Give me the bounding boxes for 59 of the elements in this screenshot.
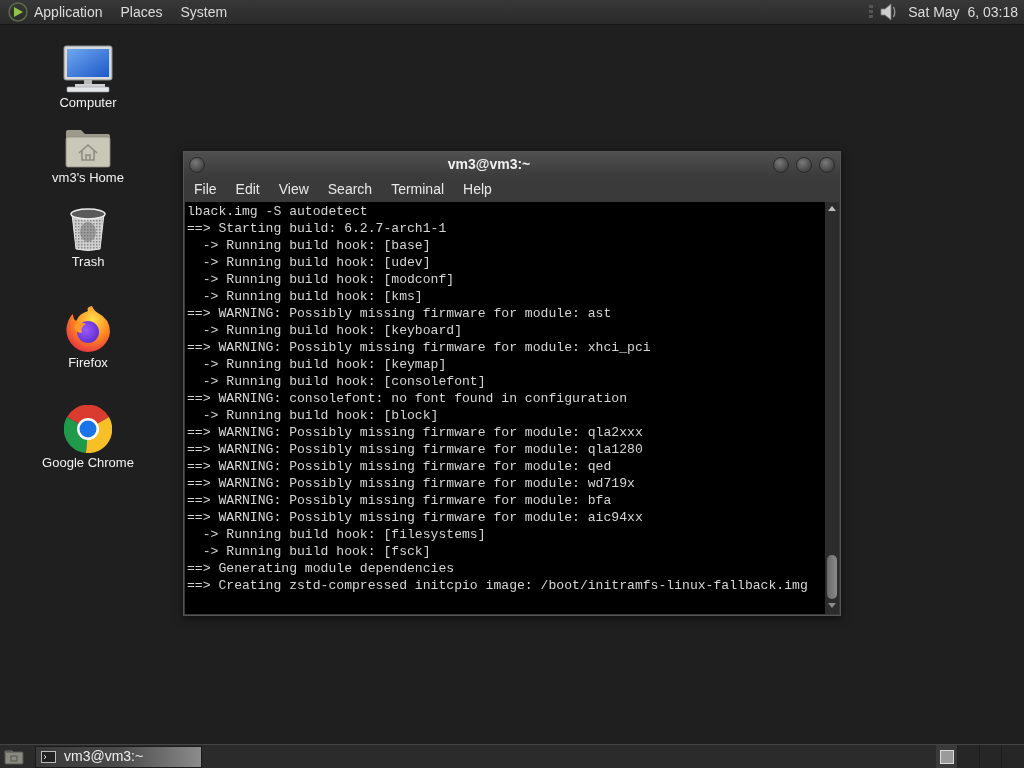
terminal-line: ==> WARNING: consolefont: no font found in configuration — [187, 390, 629, 407]
terminal-line: -> Running build hook: [udev] — [201, 254, 432, 271]
menu-logo-icon[interactable] — [8, 2, 28, 22]
terminal-line: -> Running build hook: [base] — [201, 237, 432, 254]
home-folder-icon — [65, 128, 111, 168]
maximize-button[interactable] — [796, 156, 812, 173]
menu-item[interactable]: Terminal — [386, 179, 450, 200]
terminal-line: lback.img -S autodetect — [187, 203, 369, 220]
terminal-line: ==> WARNING: Possibly missing firmware for module: qed — [187, 458, 613, 475]
fox-globe-icon — [64, 305, 112, 353]
terminal-line: ==> WARNING: Possibly missing firmware for module: bfa — [187, 492, 613, 509]
window-menu-button[interactable] — [189, 156, 205, 173]
terminal-line: ==> WARNING: Possibly missing firmware for module: aic94xx — [187, 509, 644, 526]
terminal-line: ==> WARNING: Possibly missing firmware for module: xhci_pci — [187, 339, 652, 356]
clock[interactable]: Sat May 6, 03:18 — [908, 1, 1018, 23]
scrollbar-thumb[interactable] — [827, 555, 837, 599]
scroll-down-arrow-icon[interactable] — [828, 603, 836, 608]
monitor-icon — [63, 45, 113, 93]
scroll-up-arrow-icon[interactable] — [828, 206, 836, 211]
workspace-switcher[interactable] — [936, 744, 1024, 768]
menu-item[interactable]: Search — [322, 179, 378, 200]
terminal-line: -> Running build hook: [keymap] — [201, 356, 448, 373]
window-title: vm3@vm3:~ — [446, 155, 532, 174]
desktop-icon-label[interactable]: Trash — [71, 254, 105, 270]
chrome-logo-icon — [64, 405, 112, 453]
terminal-line: -> Running build hook: [block] — [201, 407, 440, 424]
desktop-icon-label[interactable]: Google Chrome — [42, 455, 134, 471]
terminal-line: ==> Creating zstd-compressed initcpio image: /boot/initramfs-linux-fallback.img — [187, 577, 809, 594]
desktop-icon-label[interactable]: vm3's Home — [52, 170, 124, 186]
window-thumbnail-icon — [939, 749, 954, 764]
taskbar-button[interactable]: vm3@vm3:~ — [35, 745, 202, 768]
terminal-line: ==> Starting build: 6.2.7-arch1-1 — [187, 220, 448, 237]
terminal-line: ==> WARNING: Possibly missing firmware for module: qla1280 — [187, 441, 644, 458]
terminal-line: -> Running build hook: [modconf] — [201, 271, 456, 288]
terminal-line: -> Running build hook: [keyboard] — [201, 322, 463, 339]
terminal-line: -> Running build hook: [fsck] — [201, 543, 432, 560]
menu-item[interactable]: File — [189, 179, 222, 200]
terminal-line: -> Running build hook: [consolefont] — [201, 373, 487, 390]
trash-can-icon — [69, 208, 107, 252]
terminal-line: ==> Generating module dependencies — [187, 560, 456, 577]
menu-item[interactable]: View — [273, 179, 314, 200]
close-button[interactable] — [819, 156, 835, 173]
terminal-line: ==> WARNING: Possibly missing firmware for module: wd719x — [187, 475, 636, 492]
menu-item[interactable]: Help — [458, 179, 497, 200]
terminal-line: -> Running build hook: [filesystems] — [201, 526, 487, 543]
desktop-icon-label[interactable]: Firefox — [68, 355, 108, 371]
drag-handle-icon — [869, 5, 874, 19]
terminal-line: ==> WARNING: Possibly missing firmware for module: qla2xxx — [187, 424, 644, 441]
terminal-line: -> Running build hook: [kms] — [201, 288, 424, 305]
terminal-icon — [41, 750, 56, 763]
show-desktop-icon[interactable] — [4, 748, 24, 765]
panel-menu[interactable]: Places — [120, 0, 163, 25]
desktop-icon-label[interactable]: Computer — [59, 95, 117, 111]
minimize-button[interactable] — [773, 156, 789, 173]
terminal-line: ==> WARNING: Possibly missing firmware for module: ast — [187, 305, 613, 322]
scrollbar[interactable] — [825, 202, 839, 614]
panel-menu[interactable]: System — [180, 0, 228, 25]
panel-menu[interactable]: Application — [34, 0, 103, 25]
menu-item[interactable]: Edit — [230, 179, 265, 200]
